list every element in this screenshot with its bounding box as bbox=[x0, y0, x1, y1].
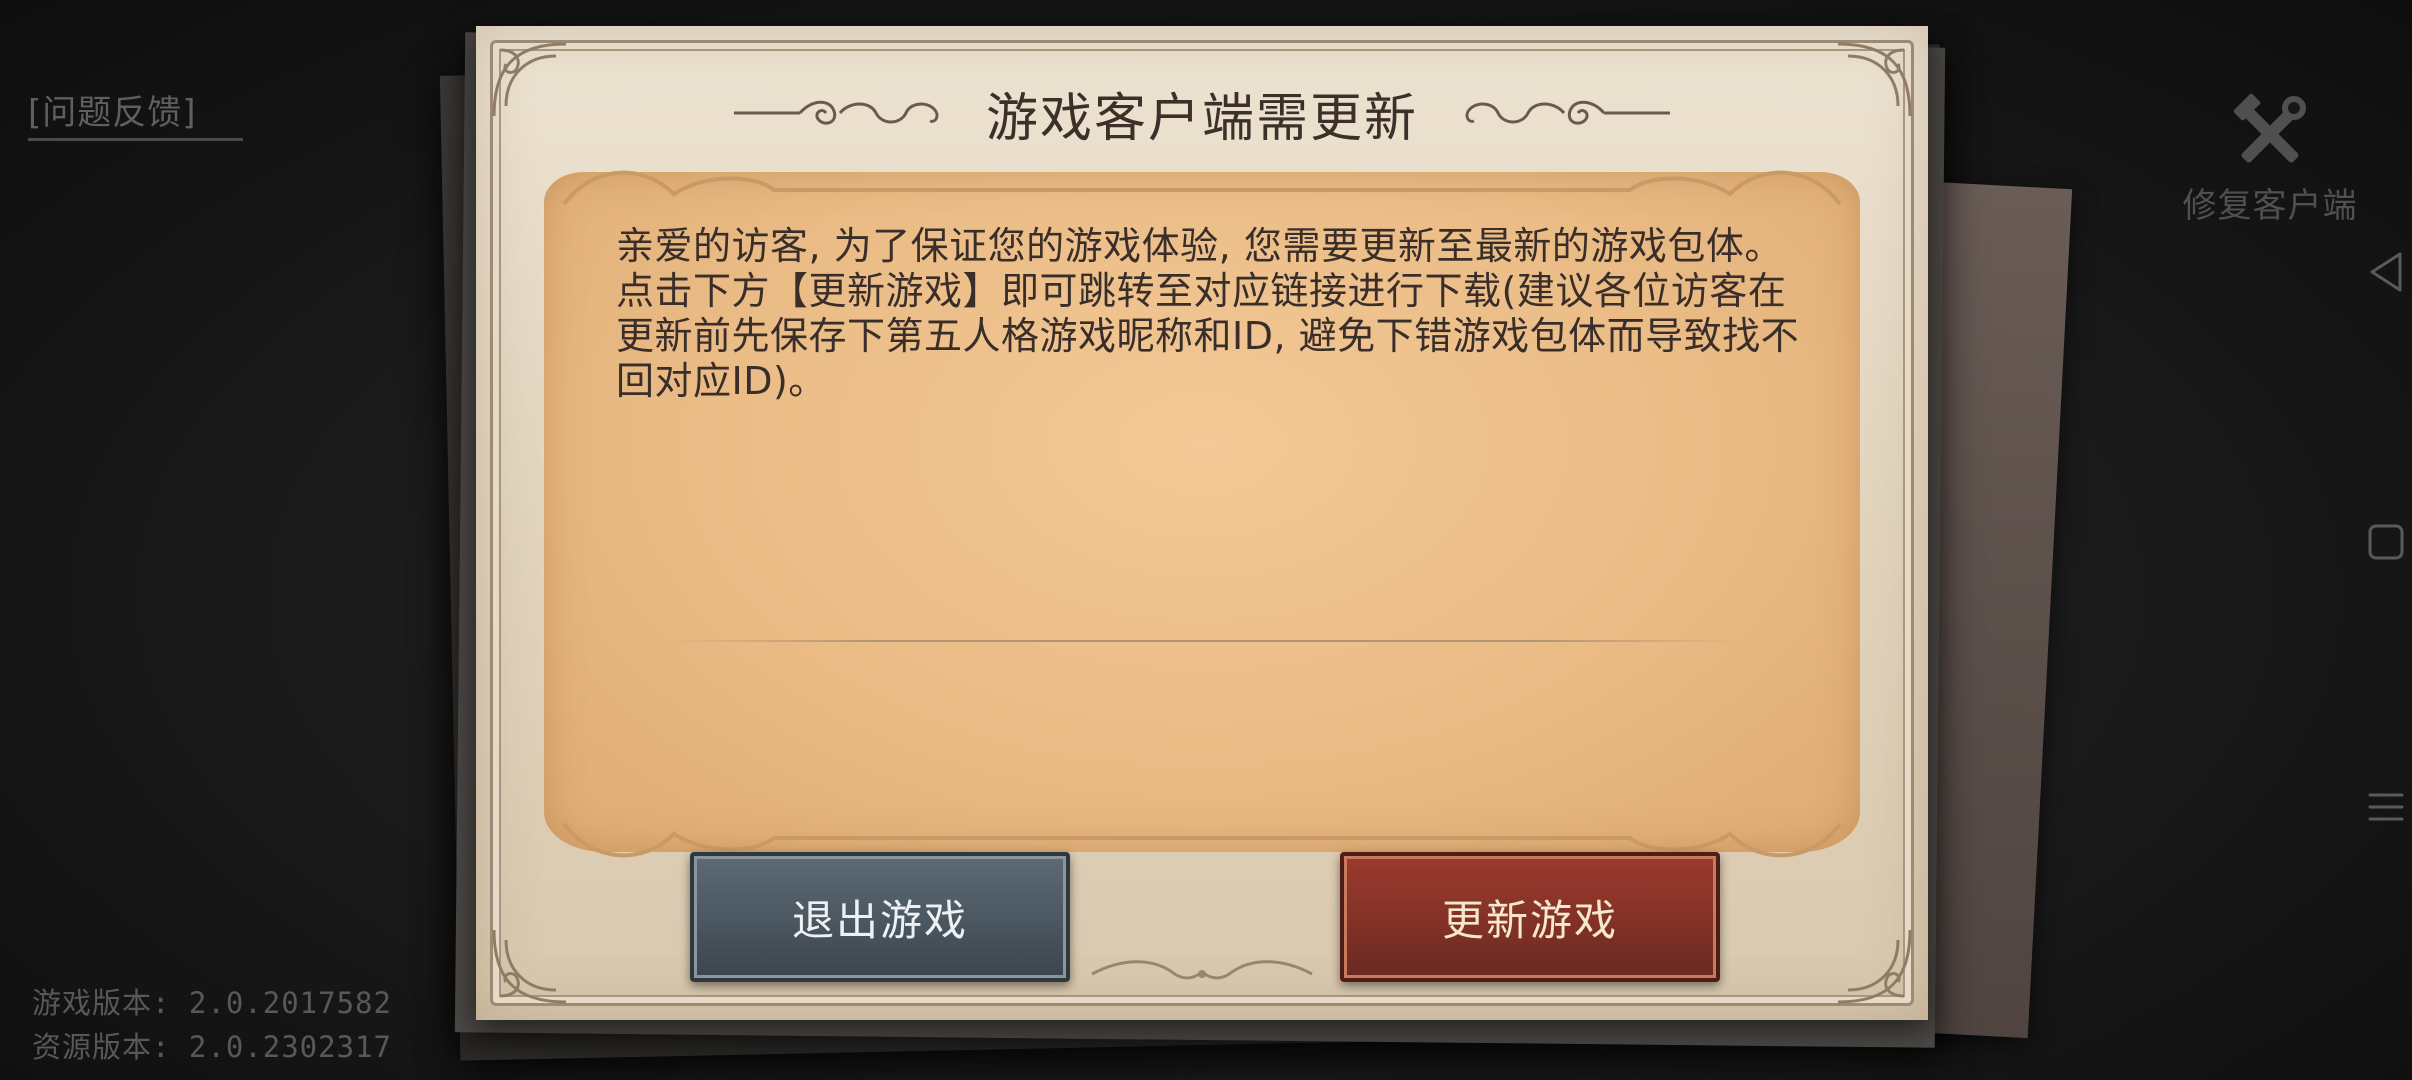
repair-client-label: 修复客户端 bbox=[2182, 186, 2358, 226]
corner-ornament-icon bbox=[1837, 929, 1912, 1004]
dialog-header: 游戏客户端需更新 bbox=[476, 78, 1928, 149]
panel-divider bbox=[664, 640, 1744, 642]
update-dialog: 游戏客户端需更新 亲爱的访客, 为了保证您的游戏体验, 您需要更新至最新的游戏包… bbox=[476, 26, 1928, 1020]
message-panel: 亲爱的访客, 为了保证您的游戏体验, 您需要更新至最新的游戏包体。点击下方【更新… bbox=[544, 170, 1860, 858]
menu-lines-icon bbox=[2368, 793, 2404, 821]
corner-ornament-icon bbox=[492, 929, 567, 1004]
back-nav-button[interactable] bbox=[2360, 242, 2412, 302]
update-game-button[interactable]: 更新游戏 bbox=[1340, 852, 1720, 982]
home-nav-button[interactable] bbox=[2360, 512, 2412, 572]
update-message: 亲爱的访客, 为了保证您的游戏体验, 您需要更新至最新的游戏包体。点击下方【更新… bbox=[616, 224, 1800, 403]
exit-game-button[interactable]: 退出游戏 bbox=[690, 852, 1070, 982]
bottom-flourish-icon bbox=[1091, 960, 1313, 980]
feedback-link[interactable]: [问题反馈] bbox=[28, 88, 243, 141]
repair-client-button[interactable]: 修复客户端 bbox=[2170, 92, 2370, 232]
dialog-title: 游戏客户端需更新 bbox=[985, 88, 1418, 149]
resource-version: 资源版本: 2.0.2302317 bbox=[32, 1030, 392, 1064]
wrench-hammer-icon bbox=[2233, 93, 2306, 163]
panel-scroll-ornament-icon bbox=[562, 170, 1842, 206]
title-flourish-left-icon bbox=[733, 100, 939, 125]
menu-nav-button[interactable] bbox=[2360, 777, 2412, 837]
home-square-icon bbox=[2368, 524, 2404, 560]
title-flourish-right-icon bbox=[1465, 100, 1670, 125]
game-version: 游戏版本: 2.0.2017582 bbox=[32, 986, 392, 1020]
back-triangle-icon bbox=[2370, 252, 2402, 292]
